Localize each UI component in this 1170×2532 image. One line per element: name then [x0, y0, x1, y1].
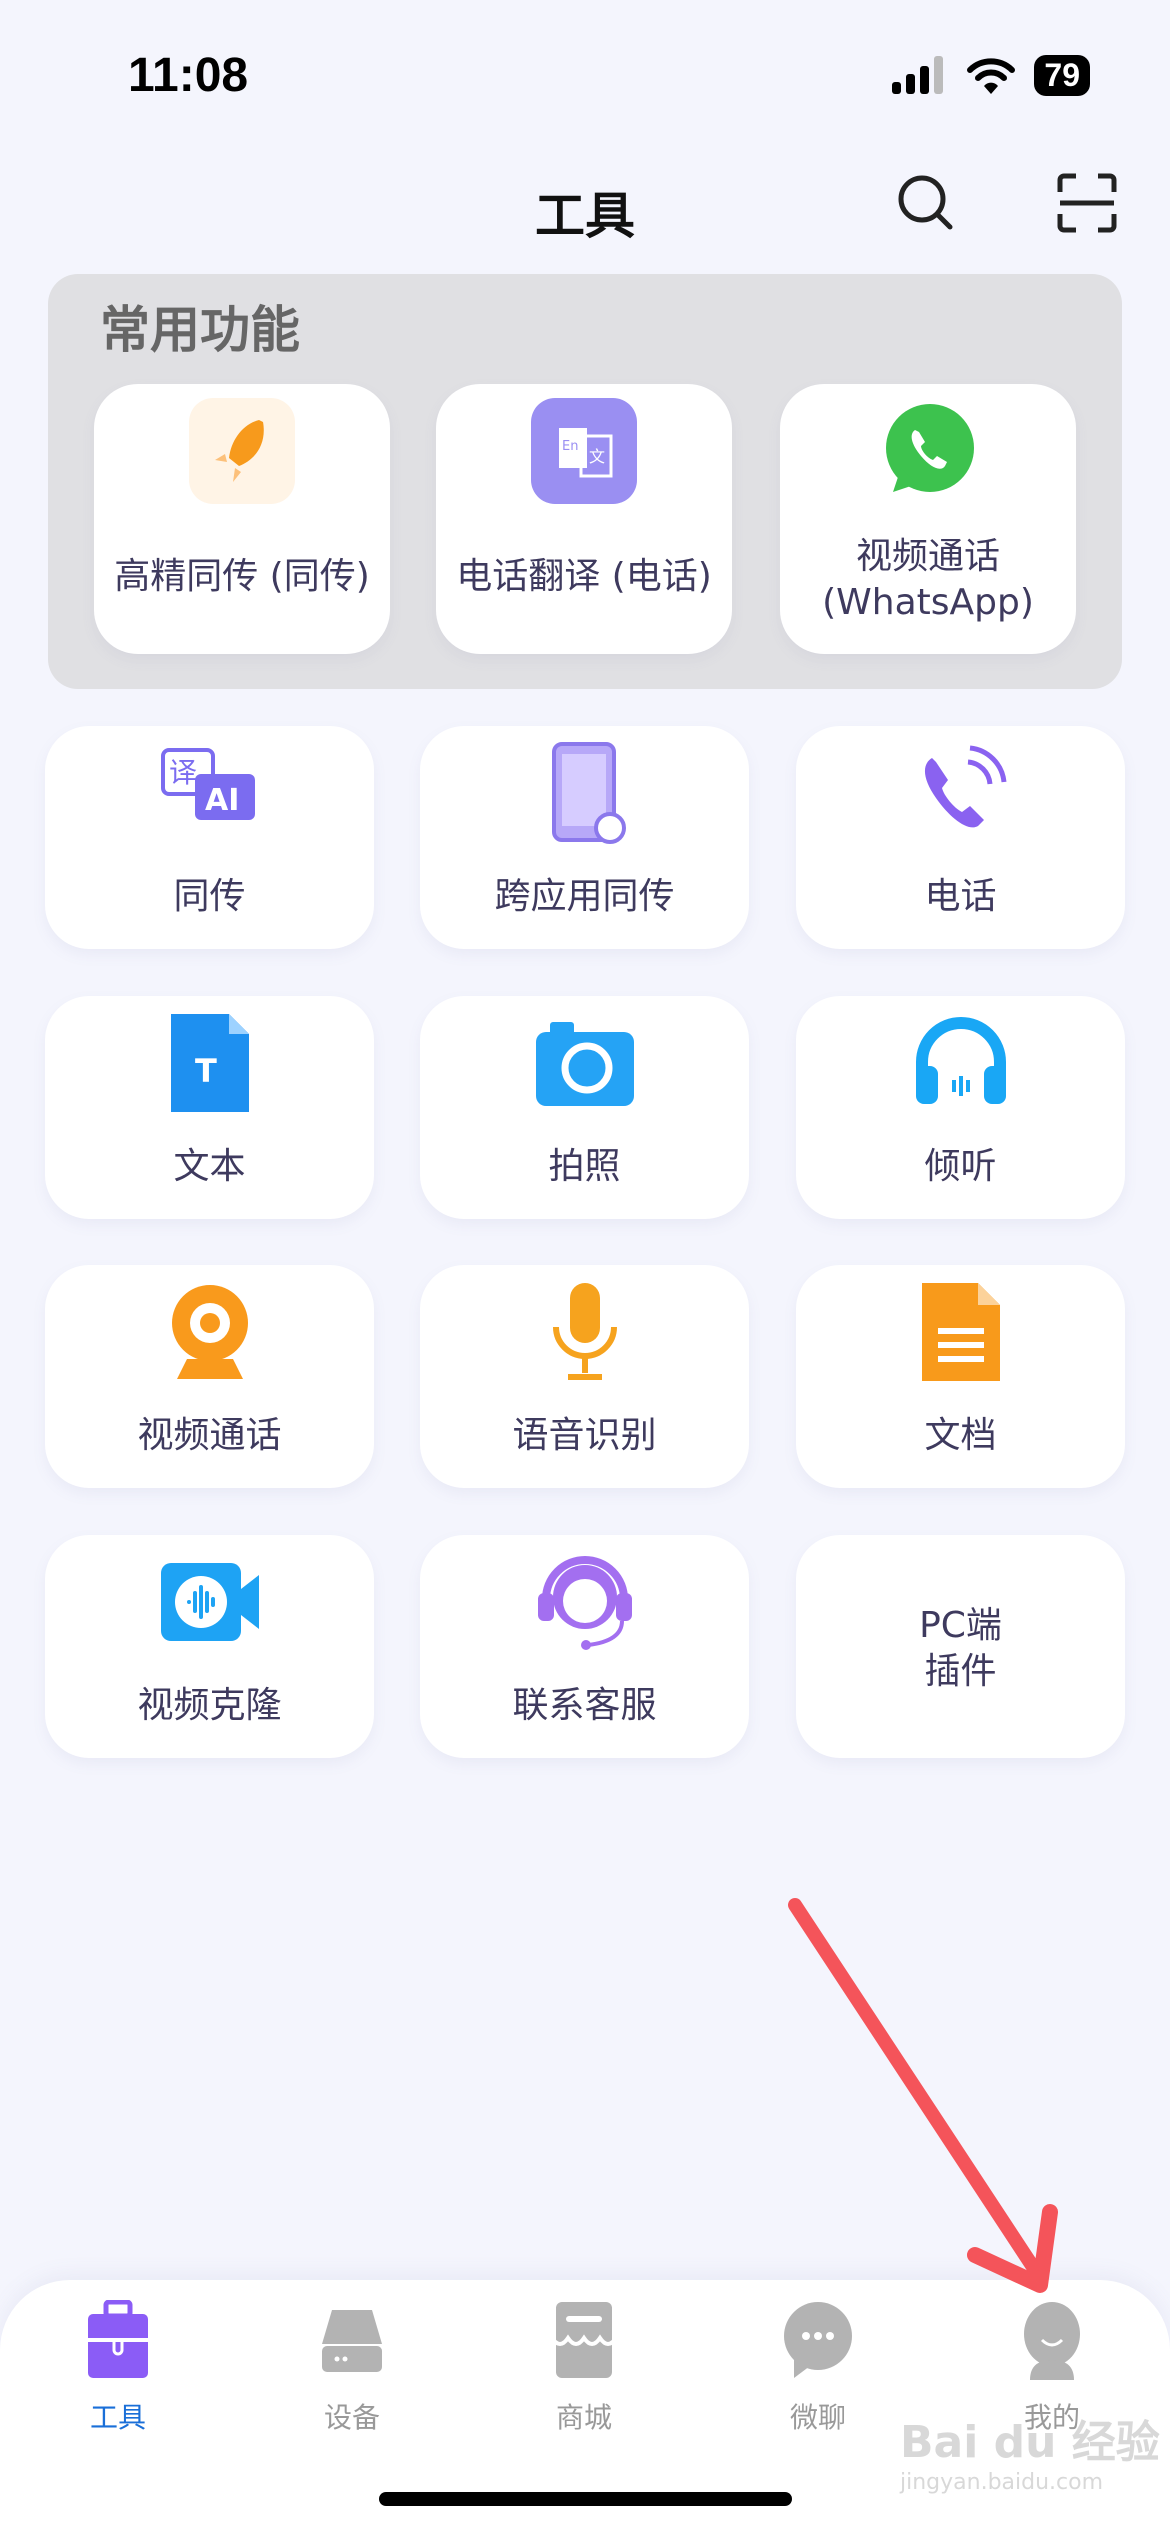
whatsapp-icon	[886, 404, 974, 492]
favorites-title: 常用功能	[100, 301, 300, 359]
tool-item[interactable]: T 文本	[45, 996, 374, 1219]
tool-label: 文本	[173, 1146, 246, 1187]
tool-item[interactable]: 拍照	[420, 996, 749, 1219]
signal-icon	[892, 55, 944, 94]
tab-device[interactable]: 设备	[272, 2300, 432, 2436]
store-icon	[550, 2302, 618, 2378]
tool-label: 视频克隆	[137, 1685, 282, 1726]
tab-label: 微聊	[789, 2401, 846, 2434]
favorite-label: 高精同传 (同传)	[114, 556, 370, 597]
tab-profile[interactable]: 我的	[972, 2300, 1132, 2436]
favorite-item[interactable]: 高精同传 (同传)	[94, 384, 390, 654]
tool-label: 同传	[173, 876, 246, 917]
phone-app-icon	[551, 742, 626, 844]
svg-text:文: 文	[589, 447, 605, 466]
tool-item[interactable]: 文档	[796, 1265, 1125, 1488]
device-icon	[322, 2310, 382, 2372]
video-clone-icon	[160, 1563, 259, 1641]
tool-item[interactable]: 倾听	[796, 996, 1125, 1219]
search-icon[interactable]	[895, 172, 957, 234]
wifi-icon	[967, 57, 1016, 94]
tool-label: PC端 插件	[919, 1605, 1002, 1692]
watermark-url: jingyan.baidu.com	[900, 2470, 1104, 2495]
watermark-brand: Bai du 经验	[900, 2417, 1160, 2468]
phone-call-icon	[924, 745, 1006, 828]
profile-icon	[1024, 2302, 1080, 2380]
tool-item[interactable]: 译 AI 同传	[45, 726, 374, 949]
rocket-icon	[189, 398, 295, 504]
tool-label: 语音识别	[512, 1415, 657, 1456]
tool-label: 联系客服	[512, 1685, 657, 1726]
svg-text:AI: AI	[205, 783, 239, 818]
tool-label: 拍照	[548, 1146, 621, 1187]
tab-toolbox[interactable]: 工具	[38, 2299, 198, 2436]
status-time: 11:08	[128, 49, 249, 102]
tab-chat[interactable]: 微聊	[738, 2300, 898, 2436]
tool-item[interactable]: 联系客服	[420, 1535, 749, 1758]
customer-service-icon	[537, 1556, 632, 1650]
favorite-item[interactable]: En 文电话翻译 (电话)	[436, 384, 732, 654]
tab-label: 设备	[323, 2401, 380, 2434]
tool-label: 视频通话	[137, 1415, 282, 1456]
tab-store[interactable]: 商城	[504, 2300, 664, 2436]
battery-indicator: 79	[1034, 55, 1090, 96]
svg-text:T: T	[195, 1052, 217, 1090]
tool-item[interactable]: 视频克隆	[45, 1535, 374, 1758]
page-title: 工具	[535, 187, 635, 245]
tool-label: 跨应用同传	[494, 876, 675, 917]
home-indicator	[379, 2492, 792, 2506]
document-icon	[921, 1283, 1000, 1381]
tool-label: 文档	[924, 1415, 997, 1456]
favorite-label: 电话翻译 (电话)	[456, 556, 712, 597]
translate-icon: En 文	[531, 398, 637, 504]
webcam-icon	[171, 1285, 248, 1379]
microphone-icon	[552, 1283, 617, 1380]
tool-item[interactable]: PC端 插件	[796, 1535, 1125, 1758]
svg-text:译: 译	[169, 756, 197, 789]
headphones-icon	[915, 1017, 1006, 1104]
camera-icon	[535, 1022, 634, 1106]
toolbox-icon	[88, 2299, 148, 2378]
tab-label: 工具	[89, 2401, 146, 2434]
svg-text:En: En	[562, 439, 578, 454]
tool-item[interactable]: 跨应用同传	[420, 726, 749, 949]
text-doc-icon: T	[170, 1014, 249, 1112]
status-icons: 79	[892, 55, 1090, 96]
favorite-item[interactable]: 视频通话 (WhatsApp)	[780, 384, 1076, 654]
tool-label: 电话	[924, 876, 997, 917]
tab-label: 商城	[555, 2401, 612, 2434]
tool-item[interactable]: 电话	[796, 726, 1125, 949]
ai-translate-icon: 译AI	[160, 748, 255, 820]
chat-icon	[784, 2302, 852, 2378]
tool-label: 倾听	[924, 1146, 997, 1187]
tool-item[interactable]: 视频通话	[45, 1265, 374, 1488]
favorite-label: 视频通话 (WhatsApp)	[822, 536, 1034, 623]
tool-item[interactable]: 语音识别	[420, 1265, 749, 1488]
scan-icon[interactable]	[1056, 172, 1118, 234]
